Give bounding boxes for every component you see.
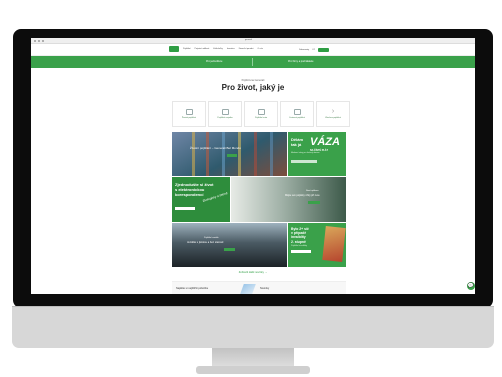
tile-cta-button[interactable] <box>224 248 235 251</box>
site-header <box>31 44 475 56</box>
category-cards: Životní pojištění Pojištění majetku Poji… <box>172 101 350 127</box>
nav-item[interactable]: Kalkulačky <box>213 48 223 50</box>
tab-business[interactable]: Pro firmy a podnikatele <box>288 60 314 63</box>
decorative-shape <box>240 284 256 294</box>
browser-tab-title[interactable]: generali <box>245 39 252 41</box>
tile-heading-line: korespondencí <box>175 191 204 197</box>
band-divider <box>252 58 253 66</box>
promo-tile-invalidity[interactable]: Bylo 2+ síč v případě invalidity 2. stupně … <box>288 223 346 267</box>
more-news-link[interactable]: Zobrazit další novinky → <box>31 271 475 274</box>
generali-logo[interactable] <box>169 46 179 52</box>
promo-tile-app[interactable]: Nová aplikace Mějte své pojistky vždy př… <box>231 177 346 222</box>
category-card-all[interactable]: › Všechna pojištění <box>316 101 350 127</box>
facade-stripe <box>238 132 241 176</box>
tile-eyebrow: Pojištění vozidla <box>204 237 219 239</box>
vaza-wordmark: VÁZA <box>310 136 340 148</box>
news-heading: Novinky <box>260 287 270 290</box>
close-icon[interactable] <box>34 40 36 42</box>
promo-tile-ecorrespondence[interactable]: Zjednodušte si život s elektronickou kores… <box>172 177 230 222</box>
promo-tile-building[interactable]: Životní pojištění – Generali Bel Mondo <box>172 132 287 176</box>
tile-heading: Dělám tak já <box>291 137 303 147</box>
nav-item[interactable]: Pojištění <box>183 48 191 50</box>
language-switch[interactable]: CZ <box>312 49 315 51</box>
monitor-stand-foot <box>196 366 310 374</box>
facade-stripe <box>222 132 225 176</box>
monitor-chin <box>12 306 494 348</box>
playing-cards-image <box>322 226 346 262</box>
promo-tile-car[interactable]: Pojištění vozidla Jezděte s jistotou a b… <box>172 223 287 267</box>
hero-eyebrow: Pojišťovna Generali <box>241 79 265 82</box>
branch-finder-heading[interactable]: Najděte si nejbližší pobočku <box>176 287 208 290</box>
category-label: Životní pojištění <box>181 116 196 119</box>
tile-cta-button[interactable] <box>291 250 311 253</box>
page-title: Pro život, jaký je <box>221 83 285 92</box>
category-label: Cestovní pojištění <box>289 116 305 119</box>
tile-cta-button[interactable] <box>291 160 317 163</box>
promo-tile-vaza[interactable]: Dělám tak já VÁZA NA ČÍSTÉ PLÁT Moderní v… <box>288 132 346 176</box>
tab-individuals[interactable]: Pro jednotlivce <box>206 60 222 63</box>
house-icon <box>221 108 229 115</box>
category-card-travel[interactable]: Cestovní pojištění <box>280 101 314 127</box>
tile-cta-button[interactable] <box>308 201 320 204</box>
minimize-icon[interactable] <box>38 40 40 42</box>
tile-heading-line: tak já <box>291 142 302 147</box>
tile-body: Moderní vázy pro krásný domov <box>291 152 320 154</box>
category-label: Pojištění auta <box>254 116 268 119</box>
website-screen: generali Pojištění Pojistné události Kal… <box>31 38 475 294</box>
category-card-car[interactable]: Pojištění auta <box>244 101 278 127</box>
category-label: Pojištění majetku <box>217 116 233 119</box>
imac-mockup: generali Pojištění Pojistné události Kal… <box>0 0 502 377</box>
category-card-property[interactable]: Pojištění majetku <box>208 101 242 127</box>
audience-band <box>31 56 475 68</box>
category-label: Všechna pojištění <box>325 117 341 120</box>
tile-heading-line: 2. stupně <box>291 239 306 244</box>
main-nav: Pojištění Pojistné události Kalkulačky I… <box>183 48 263 50</box>
facade-stripe <box>254 132 257 176</box>
tile-body: Pojištění invalidity <box>291 245 307 247</box>
tile-heading: Bylo 2+ síč v případě invalidity 2. stupně <box>291 227 309 244</box>
facade-stripe <box>192 132 195 176</box>
facade-stripe <box>206 132 209 176</box>
heart-icon <box>185 108 193 115</box>
chevron-right-icon: › <box>331 108 335 116</box>
header-utilities: Dokumenty CZ <box>299 48 329 52</box>
nav-item[interactable]: O nás <box>258 48 263 50</box>
maximize-icon[interactable] <box>42 40 44 42</box>
documents-link[interactable]: Dokumenty <box>299 49 309 51</box>
nav-item[interactable]: Investice <box>227 48 235 50</box>
tile-eyebrow: Nová aplikace <box>306 190 319 192</box>
facade-stripe <box>270 132 273 176</box>
nav-item[interactable]: Finanční poradci <box>239 48 254 50</box>
tile-heading: Jezděte s jistotou a bez starostí <box>187 241 224 244</box>
tile-heading: Mějte své pojistky vždy při ruce <box>285 194 320 197</box>
bottom-strip: Najděte si nejbližší pobočku Novinky <box>172 281 346 294</box>
tile-cta-button[interactable] <box>175 207 195 210</box>
tile-cta-button[interactable] <box>227 154 237 157</box>
chat-icon[interactable]: 💬 <box>467 282 475 290</box>
tile-heading: Životní pojištění – Generali Bel Mondo <box>190 146 241 150</box>
category-card-life[interactable]: Životní pojištění <box>172 101 206 127</box>
plane-icon <box>293 108 301 115</box>
tile-heading: Zjednodušte si život s elektronickou kores… <box>175 182 213 197</box>
nav-item[interactable]: Pojistné události <box>195 48 210 50</box>
login-button[interactable] <box>317 48 329 52</box>
car-icon <box>257 108 265 115</box>
